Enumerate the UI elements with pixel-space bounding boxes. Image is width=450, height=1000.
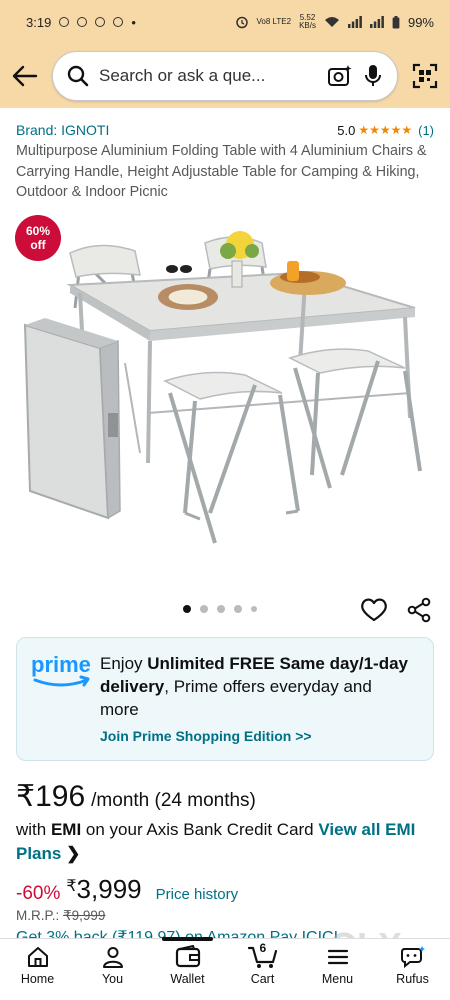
carousel-dot[interactable] [183,604,191,613]
search-bar[interactable]: Search or ask a que... [52,51,398,101]
discount-badge-label: off [30,237,46,252]
cart-count-badge: 6 [259,941,267,955]
status-bar: 3:19 • Vo8 LTE2 5.52 KB/s 99% [0,0,450,44]
nav-you[interactable]: You [75,939,150,1000]
emi-amount: ₹196 [16,779,86,813]
microphone-icon[interactable] [363,63,383,89]
battery-icon [392,15,400,28]
chair-seat [163,371,283,400]
folding-table-image [23,230,422,544]
chair-seat [69,244,141,278]
carousel-dot[interactable] [200,604,208,613]
signal-icon [347,16,362,28]
wallet-icon [175,945,200,968]
arrow-left-icon [12,65,38,87]
chair-front-left [168,383,300,544]
nav-menu[interactable]: Menu [300,939,375,1000]
status-right: Vo8 LTE2 5.52 KB/s 99% [235,14,434,30]
battery-level: 99% [407,14,434,30]
carousel-controls [0,593,450,629]
search-input[interactable]: Search or ask a que... [99,66,317,86]
rating-value: 5.0 [337,122,356,138]
notification-icon [95,17,106,27]
mrp: M.R.P.: ₹9,999 [16,907,106,923]
emi-period: /month (24 months) [91,789,256,811]
camera-search-icon[interactable] [327,64,353,88]
scan-button[interactable] [410,61,440,91]
search-icon [67,65,89,87]
alarm-icon [235,16,248,29]
status-left: 3:19 • [26,15,136,30]
notification-icon [77,17,88,27]
status-time: 3:19 [26,14,52,30]
rating-count: (1) [418,122,434,138]
svg-text:prime: prime [31,652,91,677]
discount-percent: -60% [16,882,61,904]
product-image[interactable]: 60% off [0,213,450,593]
notification-icon [59,17,70,27]
wifi-icon [324,17,339,27]
chair-seat [288,347,406,374]
menu-icon [327,949,348,965]
nav-label: You [101,972,124,986]
qr-scan-icon [412,63,438,89]
share-icon [407,597,431,622]
network-speed: 5.52 KB/s [299,13,316,30]
price-block: ₹196 /month (24 months) with EMI on your… [0,761,450,924]
prime-message: Enjoy Unlimited FREE Same day/1-day deli… [100,653,408,719]
rating-summary[interactable]: 5.0 ★★★★★ (1) [337,123,434,138]
wishlist-button[interactable] [360,597,388,628]
carousel-dot[interactable] [234,604,242,613]
discount-badge-value: 60% [25,223,51,238]
prime-logo: prime [31,652,93,697]
emi-details: with EMI on your Axis Bank Credit Card V… [16,819,416,863]
product-header: Brand: IGNOTI 5.0 ★★★★★ (1) Multipurpose… [0,108,450,203]
more-notifications-icon: • [131,14,136,30]
search-header: Search or ask a que... [0,44,450,108]
nav-label: Wallet [170,972,205,986]
rufus-icon [400,946,425,969]
sale-price: ₹3,999 [66,873,142,904]
sale-price-row: -60% ₹3,999 Price history [16,874,434,905]
join-prime-link[interactable]: Join Prime Shopping Edition >> [100,728,312,744]
carousel-dot[interactable] [251,605,257,612]
nav-label: Menu [321,972,354,986]
signal-icon [369,16,384,28]
heart-icon [361,598,387,621]
network-label: Vo8 LTE2 [256,17,292,26]
product-title: Multipurpose Aluminium Folding Table wit… [16,143,427,200]
nav-label: Home [20,972,55,986]
nav-home[interactable]: Home [0,939,75,1000]
chair-front-right [293,359,422,489]
prime-promo-card[interactable]: prime Enjoy Unlimited FREE Same day/1-da… [16,636,434,761]
nav-label: Cart [250,972,275,986]
juice-glass [287,260,299,281]
folded-table [23,323,110,519]
carousel-dot[interactable] [217,604,225,613]
price-history-link[interactable]: Price history [156,886,239,903]
prime-logo-icon: prime [31,652,91,686]
user-icon [102,947,123,968]
nav-label: Rufus [396,972,429,986]
star-rating-icon: ★★★★★ [358,123,413,137]
home-icon [27,947,48,967]
emi-price-row: ₹196 /month (24 months) [16,779,434,814]
discount-badge: 60% off [15,214,61,261]
back-button[interactable] [10,61,40,91]
nav-cart[interactable]: 6 Cart [225,939,300,1000]
bottom-navigation: Home You Wallet 6 Cart Menu Rufus [0,937,450,1000]
nav-rufus[interactable]: Rufus [375,939,450,1000]
notification-icon [113,17,124,27]
brand-rating-row: Brand: IGNOTI 5.0 ★★★★★ (1) [16,122,434,138]
nav-wallet[interactable]: Wallet [150,937,225,1000]
chevron-right-icon: ❯ [66,843,81,863]
brand-link[interactable]: Brand: IGNOTI [16,122,109,138]
carousel-dots[interactable] [183,604,257,613]
share-button[interactable] [406,597,432,628]
